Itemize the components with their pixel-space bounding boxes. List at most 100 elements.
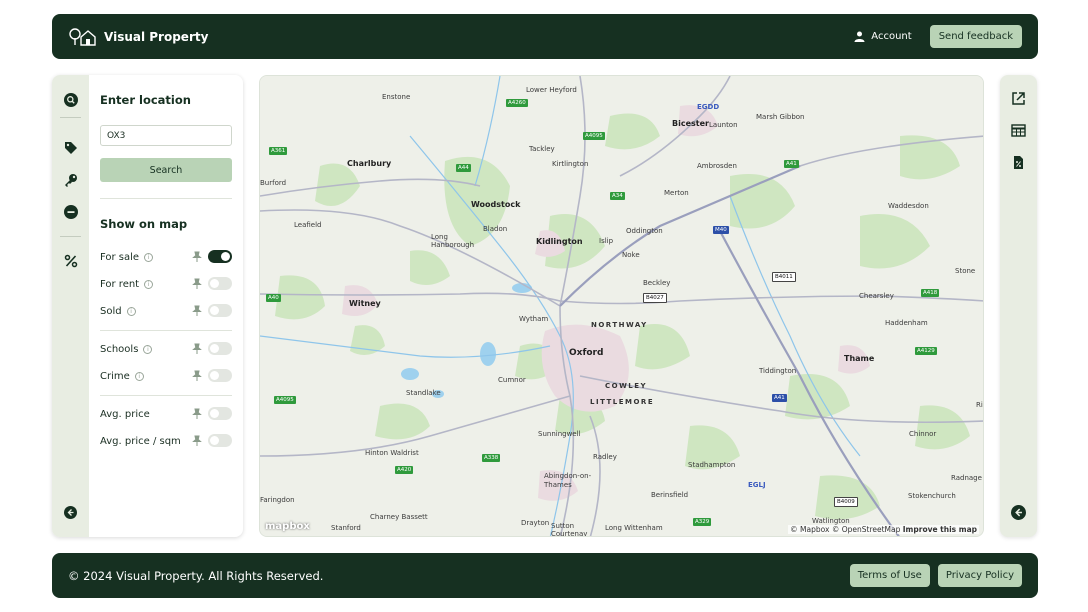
- location-input[interactable]: [100, 125, 232, 146]
- option-for-rent: For rent i: [100, 277, 232, 291]
- map-place-label: Drayton: [521, 519, 550, 527]
- road-shield: A4095: [274, 396, 296, 404]
- map-place-label: Wytham: [519, 315, 549, 323]
- map-place-label: Bladon: [483, 225, 508, 233]
- option-label: Sold: [100, 305, 122, 317]
- info-icon[interactable]: i: [126, 306, 136, 316]
- map-place-label: Ri: [976, 401, 983, 409]
- map-place-label: LITTLEMORE: [590, 398, 655, 406]
- option-avg-price-sqm: Avg. price / sqm: [100, 434, 232, 448]
- minus-circle-icon[interactable]: [63, 204, 78, 219]
- schools-toggle[interactable]: [208, 342, 232, 355]
- for-rent-toggle[interactable]: [208, 277, 232, 290]
- for-sale-toggle[interactable]: [208, 250, 232, 263]
- send-feedback-button[interactable]: Send feedback: [929, 25, 1022, 48]
- option-crime: Crime i: [100, 369, 232, 383]
- map-place-label: Radley: [593, 453, 617, 461]
- pin-icon[interactable]: [192, 370, 202, 382]
- map-place-label: Stadhampton: [688, 461, 736, 469]
- left-tool-rail: [52, 75, 89, 537]
- brand-name: Visual Property: [104, 29, 209, 44]
- info-icon[interactable]: i: [144, 252, 154, 262]
- map-place-label: Cumnor: [498, 376, 526, 384]
- pin-icon[interactable]: [192, 408, 202, 420]
- mapbox-logo[interactable]: mapbox: [265, 521, 310, 532]
- map-place-label: Marsh Gibbon: [756, 113, 805, 121]
- map-place-label: Waddesdon: [888, 202, 929, 210]
- document-percent-icon[interactable]: [1011, 155, 1026, 170]
- map-place-label: Tiddington: [759, 367, 797, 375]
- key-icon[interactable]: [63, 172, 78, 187]
- pin-icon[interactable]: [192, 305, 202, 317]
- info-icon[interactable]: i: [144, 279, 154, 289]
- pin-icon[interactable]: [192, 278, 202, 290]
- location-heading: Enter location: [100, 93, 191, 107]
- pin-icon[interactable]: [192, 251, 202, 263]
- collapse-left-icon[interactable]: [1011, 505, 1026, 520]
- map-place-label: Launton: [709, 121, 738, 129]
- road-shield: A4129: [915, 347, 937, 355]
- crime-toggle[interactable]: [208, 369, 232, 382]
- map-place-label: Hinton Waldrist: [365, 449, 419, 457]
- road-shield: B4011: [772, 272, 796, 282]
- map-place-label: COWLEY: [605, 382, 648, 390]
- option-label: Schools: [100, 343, 139, 355]
- collapse-left-icon[interactable]: [63, 505, 78, 520]
- map-place-label: Bicester: [672, 119, 709, 128]
- map-place-label: Woodstock: [471, 200, 521, 209]
- sold-toggle[interactable]: [208, 304, 232, 317]
- option-label: For sale: [100, 251, 140, 263]
- map-place-label: Watlington: [812, 517, 850, 525]
- footer: © 2024 Visual Property. All Rights Reser…: [52, 553, 1038, 598]
- account-link[interactable]: Account: [854, 31, 912, 42]
- map-attribution[interactable]: © Mapbox © OpenStreetMap Improve this ma…: [788, 525, 979, 534]
- option-sold: Sold i: [100, 304, 232, 318]
- info-icon[interactable]: i: [134, 371, 144, 381]
- map-place-label: Burford: [260, 179, 287, 187]
- search-icon[interactable]: [63, 92, 78, 107]
- map-canvas[interactable]: Enstone Lower Heyford EGDD Bicester Laun…: [259, 75, 984, 537]
- privacy-policy-button[interactable]: Privacy Policy: [937, 564, 1022, 587]
- road-shield: A329: [693, 518, 712, 526]
- map-place-label: Chearsley: [859, 292, 894, 300]
- pin-icon[interactable]: [192, 343, 202, 355]
- option-avg-price: Avg. price: [100, 407, 232, 421]
- map-place-label: NORTHWAY: [591, 321, 648, 329]
- option-for-sale: For sale i: [100, 250, 232, 264]
- tag-icon[interactable]: [63, 140, 78, 155]
- user-icon: [854, 31, 865, 42]
- map-place-label: Standlake: [406, 389, 441, 397]
- terms-of-use-button[interactable]: Terms of Use: [849, 564, 930, 587]
- road-shield: A4260: [506, 99, 528, 107]
- search-button[interactable]: Search: [100, 158, 232, 182]
- filter-panel: Enter location Search Show on map For sa…: [52, 75, 243, 537]
- road-shield: M40: [713, 226, 729, 234]
- external-link-icon[interactable]: [1011, 91, 1026, 106]
- map-place-label: Stone: [955, 267, 976, 275]
- option-label: For rent: [100, 278, 140, 290]
- copyright-text: © 2024 Visual Property. All Rights Reser…: [68, 568, 324, 583]
- brand[interactable]: Visual Property: [68, 27, 209, 46]
- divider: [100, 330, 232, 331]
- map-place-label: Abingdon-on-Thames: [544, 472, 592, 489]
- percent-icon[interactable]: [63, 253, 78, 268]
- road-shield: A418: [921, 289, 940, 297]
- map-place-label: Charlbury: [347, 159, 392, 168]
- avg-price-sqm-toggle[interactable]: [208, 434, 232, 447]
- road-shield: A40: [266, 294, 281, 302]
- map-place-label: Long Wittenham: [605, 524, 663, 532]
- map-place-label: Tackley: [529, 145, 555, 153]
- account-label: Account: [871, 31, 912, 42]
- road-shield: A41: [772, 394, 787, 402]
- rail-divider: [60, 236, 81, 237]
- road-shield: A34: [610, 192, 625, 200]
- info-icon[interactable]: i: [143, 344, 153, 354]
- avg-price-toggle[interactable]: [208, 407, 232, 420]
- pin-icon[interactable]: [192, 435, 202, 447]
- road-shield: A44: [456, 164, 471, 172]
- map-place-label: Noke: [622, 251, 640, 259]
- table-icon[interactable]: [1011, 123, 1026, 138]
- map-place-label: EGDD: [697, 103, 720, 111]
- top-navbar: Visual Property Account Send feedback: [52, 14, 1038, 59]
- option-label: Crime: [100, 370, 130, 382]
